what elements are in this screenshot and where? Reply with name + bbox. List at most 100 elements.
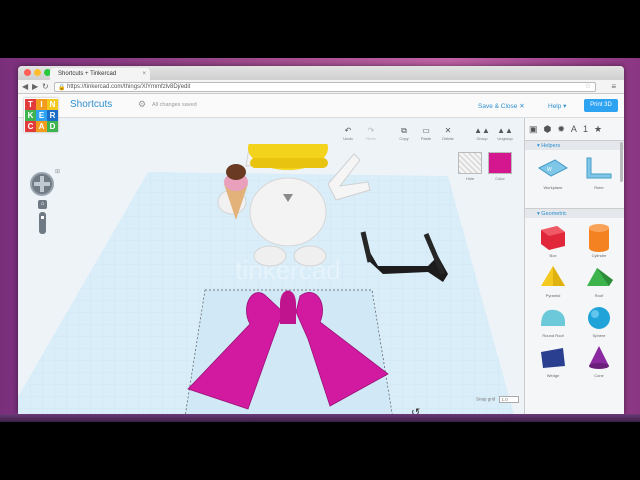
scene-svg: tinkercad ↺ xyxy=(18,144,514,414)
logo-letter: A xyxy=(36,121,47,132)
logo-letter: R xyxy=(47,110,58,121)
minimize-window-button[interactable] xyxy=(34,69,41,76)
url-field[interactable]: 🔒 https://tinkercad.com/things/XlYmmfzlv… xyxy=(54,82,596,92)
reload-icon[interactable]: ↻ xyxy=(42,82,49,91)
roof-icon xyxy=(587,268,613,286)
shape-label: Box xyxy=(549,253,557,258)
help-label: Help xyxy=(548,103,562,110)
snap-grid-label: Snap grid xyxy=(476,396,496,402)
save-close-button[interactable]: Save & Close ✕ xyxy=(478,102,525,110)
star-icon[interactable]: ★ xyxy=(594,124,602,135)
redo-button[interactable]: ↷ Redo xyxy=(361,126,381,141)
shape-sphere[interactable]: Sphere xyxy=(581,302,617,338)
view-cube-control[interactable] xyxy=(30,172,54,196)
help-menu[interactable]: Help ▾ xyxy=(548,102,566,110)
save-status: All changes saved xyxy=(152,102,197,108)
shape-label: Cone xyxy=(594,373,604,378)
edit-toolbar: ↶ Undo ↷ Redo ⧉ Copy ▭ Paste ✕ Delete ▲▲ Group… xyxy=(18,118,518,144)
geometric-label: Geometric xyxy=(541,211,567,217)
paste-icon: ▭ xyxy=(422,126,430,135)
tab-close-icon[interactable]: × xyxy=(142,68,146,80)
snap-grid-select[interactable]: 1.0 xyxy=(498,396,519,403)
cone-icon xyxy=(589,346,609,369)
shape-label: Sphere xyxy=(592,333,606,338)
group-label: Group xyxy=(476,136,488,141)
rotate-handle-icon[interactable]: ↺ xyxy=(411,407,420,414)
paste-button[interactable]: ▭ Paste xyxy=(416,126,436,141)
snap-grid-control: Snap grid 1.0 xyxy=(476,396,519,403)
shape-pyramid[interactable]: Pyramid xyxy=(535,262,571,298)
window-controls xyxy=(24,69,51,76)
helper-workplane[interactable]: W Workplane xyxy=(535,154,571,190)
group-icon: ▲▲ xyxy=(474,126,490,135)
delete-label: Delete xyxy=(442,136,454,141)
lock-icon: 🔒 xyxy=(58,85,66,91)
close-window-button[interactable] xyxy=(24,69,31,76)
ungroup-label: Ungroup xyxy=(497,136,513,141)
color-swatch[interactable] xyxy=(488,152,512,174)
undo-label: Undo xyxy=(343,136,353,141)
shape-roof[interactable]: Roof xyxy=(581,262,617,298)
gear-icon[interactable]: ⚙ xyxy=(138,99,146,110)
shape-wedge[interactable]: Wedge xyxy=(535,342,571,378)
save-close-label: Save & Close xyxy=(478,103,518,110)
logo-letter: K xyxy=(25,110,36,121)
box-icon xyxy=(541,226,565,250)
copy-label: Copy xyxy=(399,136,409,141)
wedge-icon xyxy=(541,348,565,368)
browser-tab[interactable]: Shortcuts + Tinkercad × xyxy=(50,68,150,80)
workplane-canvas[interactable]: tinkercad ↺ xyxy=(18,144,518,414)
hole-label: Hole xyxy=(465,176,475,181)
bookmark-star-icon[interactable]: ☆ xyxy=(585,83,591,91)
shape-box[interactable]: Box xyxy=(535,222,571,258)
shape-label: Round Roof xyxy=(542,333,564,338)
shape-label: Pyramid xyxy=(545,293,561,298)
url-text: https://tinkercad.com/things/XlYmmfzlv8D… xyxy=(67,84,191,90)
home-view-icon[interactable]: ⌂ xyxy=(38,200,47,209)
back-icon[interactable]: ◀ xyxy=(22,82,28,91)
forward-icon[interactable]: ▶ xyxy=(32,82,38,91)
copy-button[interactable]: ⧉ Copy xyxy=(394,126,414,141)
import-icon[interactable]: ▣ xyxy=(529,124,538,135)
undo-button[interactable]: ↶ Undo xyxy=(338,126,358,141)
shapes-sidebar: ▣ ⬢ ✹ A 1 ★ ▾ Helpers W Workplane Ruler ▾ … xyxy=(524,118,624,414)
helper-ruler[interactable]: Ruler xyxy=(581,154,617,190)
number-icon[interactable]: 1 xyxy=(583,124,588,134)
tinkercad-logo[interactable]: TINKERCAD xyxy=(24,98,58,132)
zoom-slider[interactable] xyxy=(39,212,46,234)
ungroup-icon: ▲▲ xyxy=(497,126,513,135)
print3d-button[interactable]: Print 3D xyxy=(584,99,618,112)
svg-text:W: W xyxy=(547,167,552,173)
group-button[interactable]: ▲▲ Group xyxy=(472,126,492,141)
shape-label: Workplane xyxy=(543,185,563,190)
delete-button[interactable]: ✕ Delete xyxy=(438,126,458,141)
shape-label: Cylinder xyxy=(591,253,607,258)
logo-letter: D xyxy=(47,121,58,132)
letter-icon[interactable]: A xyxy=(571,124,577,134)
geometric-section-header[interactable]: ▾ Geometric xyxy=(525,208,624,218)
helpers-section-header[interactable]: ▾ Helpers xyxy=(525,140,624,150)
hide-controls-icon[interactable]: ⊞ xyxy=(55,168,60,175)
helpers-label: Helpers xyxy=(541,143,561,149)
copy-icon: ⧉ xyxy=(401,126,407,135)
tab-bar: Shortcuts + Tinkercad × xyxy=(18,66,624,80)
logo-letter: C xyxy=(25,121,36,132)
ruler-icon xyxy=(586,157,612,179)
redo-icon: ↷ xyxy=(367,126,375,135)
wrench-icon[interactable]: ≡ xyxy=(611,82,616,91)
ungroup-button[interactable]: ▲▲ Ungroup xyxy=(495,126,515,141)
address-toolbar: ◀ ▶ ↻ 🔒 https://tinkercad.com/things/XlY… xyxy=(18,80,624,94)
pyramid-icon xyxy=(541,266,565,286)
shape-cone[interactable]: Cone xyxy=(581,342,617,378)
shape-label: Wedge xyxy=(546,373,560,378)
sidebar-category-icons: ▣ ⬢ ✹ A 1 ★ xyxy=(529,122,621,136)
hole-swatch[interactable] xyxy=(458,152,482,174)
shape-icon[interactable]: ⬢ xyxy=(544,124,552,135)
shape-round-roof[interactable]: Round Roof xyxy=(535,302,571,338)
shape-cylinder[interactable]: Cylinder xyxy=(581,222,617,258)
mac-dock xyxy=(0,414,640,422)
sidebar-scrollbar[interactable] xyxy=(620,142,623,182)
gear-shape-icon[interactable]: ✹ xyxy=(557,124,565,135)
browser-window: Shortcuts + Tinkercad × ◀ ▶ ↻ 🔒 https://… xyxy=(18,66,624,414)
logo-letter: E xyxy=(36,110,47,121)
